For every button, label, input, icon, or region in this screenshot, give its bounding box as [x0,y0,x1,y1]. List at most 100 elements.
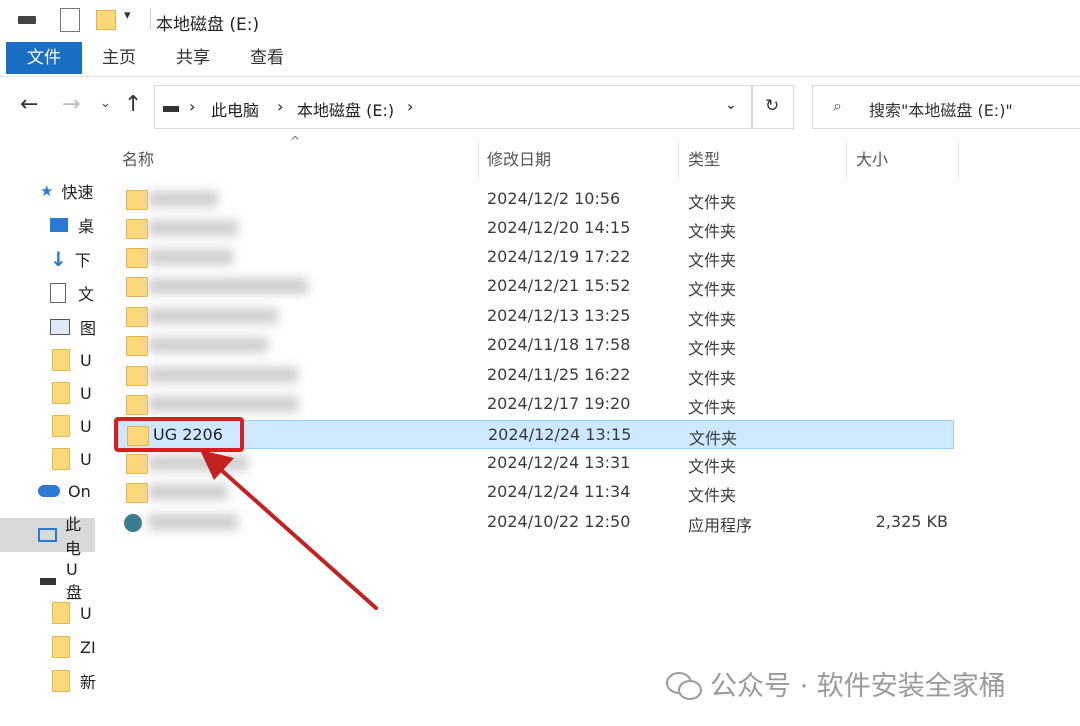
properties-icon[interactable] [60,8,80,32]
recent-locations-chevron-icon[interactable]: ⌄ [100,96,111,111]
column-divider[interactable] [846,142,847,178]
quick-access-separator [150,8,151,30]
up-arrow-icon[interactable]: ↑ [124,92,142,117]
sidebar-item-folder[interactable]: 新 [52,668,96,694]
file-row[interactable]: 2024/12/13 13:25 文件夹 [118,302,954,331]
file-row[interactable]: 2024/11/18 17:58 文件夹 [118,331,954,360]
search-placeholder: 搜索"本地磁盘 (E:)" [869,101,1013,120]
download-icon: ↓ [50,247,67,271]
folder-icon [52,415,70,437]
file-date: 2024/11/25 16:22 [487,365,631,384]
blurred-file-name [148,220,238,236]
file-row[interactable]: 2024/12/20 14:15 文件夹 [118,214,954,243]
folder-icon [52,670,70,692]
sidebar-item-quick-access[interactable]: ★ 快速 [40,178,93,204]
sidebar-item-folder[interactable]: ZI [52,634,96,660]
column-divider[interactable] [678,142,679,178]
sort-ascending-icon: ^ [290,134,301,148]
tab-home[interactable]: 主页 [102,42,136,74]
file-type: 应用程序 [688,516,753,535]
folder-icon [126,307,148,327]
file-type: 文件夹 [688,457,737,476]
file-row[interactable]: 2024/12/19 17:22 文件夹 [118,243,954,272]
folder-icon [126,454,148,474]
blurred-file-name [148,249,233,265]
sidebar-item-documents[interactable]: 文 [50,280,94,306]
tab-share[interactable]: 共享 [176,42,210,74]
sidebar-item-onedrive[interactable]: On [38,478,91,504]
sidebar-item-folder[interactable]: U [52,380,92,406]
refresh-icon: ↻ [765,96,780,116]
column-divider[interactable] [478,142,479,178]
folder-icon [126,219,148,239]
file-date: 2024/10/22 12:50 [487,512,631,531]
address-bar[interactable]: › 此电脑 › 本地磁盘 (E:) › ⌄ [154,85,752,129]
column-divider[interactable] [958,142,959,178]
picture-icon [50,319,70,335]
column-header-date[interactable]: 修改日期 [487,146,551,170]
sidebar-item-label: U [80,603,92,623]
search-icon: ⌕ [833,96,842,115]
sidebar-item-label: 此电 [65,515,82,558]
refresh-button[interactable]: ↻ [752,85,794,129]
file-type: 文件夹 [688,193,737,212]
application-icon [124,514,142,532]
file-date: 2024/12/17 19:20 [487,394,631,413]
file-date: 2024/12/19 17:22 [487,247,631,266]
sidebar-item-folder[interactable]: U [52,600,92,626]
drive-icon [40,577,56,585]
breadcrumb-separator-icon[interactable]: › [189,97,195,116]
address-dropdown-icon[interactable]: ⌄ [725,97,737,113]
sidebar-item-label: 图 [80,319,97,338]
search-box[interactable]: ⌕ 搜索"本地磁盘 (E:)" [812,85,1080,129]
sidebar-item-label: U [80,449,92,469]
folder-icon [126,277,148,297]
back-arrow-icon[interactable]: ← [20,92,38,117]
title-bar: ▾ 本地磁盘 (E:) [0,0,1080,40]
file-row[interactable]: 2024/12/21 15:52 文件夹 [118,272,954,301]
annotation-arrow [200,450,378,610]
sidebar-item-folder[interactable]: U [52,347,92,373]
sidebar-item-pictures[interactable]: 图 [50,314,96,340]
column-header-name[interactable]: 名称 [122,146,154,170]
column-header-size[interactable]: 大小 [856,146,888,170]
sidebar-item-label: 下 [74,251,91,270]
sidebar-item-label: 新 [80,673,97,692]
sidebar-item-downloads[interactable]: ↓ 下 [50,246,91,272]
sidebar-item-label: On [68,481,91,501]
blurred-file-name [148,278,308,294]
sidebar-item-label: ZI [80,637,96,657]
file-row[interactable]: 2024/12/17 19:20 文件夹 [118,390,954,419]
file-date: 2024/12/21 15:52 [487,276,631,295]
file-type: 文件夹 [688,486,737,505]
sidebar-item-this-pc[interactable]: 此电 [38,515,95,558]
desktop-icon [50,218,68,232]
sidebar-item-usb-drive[interactable]: U 盘 [40,560,95,602]
breadcrumb-this-pc[interactable]: 此电脑 [211,97,259,121]
sidebar-item-folder[interactable]: U [52,446,92,472]
forward-arrow-icon[interactable]: → [62,92,80,117]
folder-icon [52,602,70,624]
file-date: 2024/12/13 13:25 [487,306,631,325]
sidebar-item-desktop[interactable]: 桌 [50,212,94,238]
address-drive-icon [163,106,179,112]
sidebar-item-folder[interactable]: U [52,413,92,439]
blurred-file-name [148,308,278,324]
column-header-type[interactable]: 类型 [688,146,720,170]
new-folder-icon[interactable] [96,10,116,30]
file-row[interactable]: 2024/11/25 16:22 文件夹 [118,361,954,390]
tab-file[interactable]: 文件 [6,42,82,74]
tab-view[interactable]: 查看 [250,42,284,74]
blurred-file-name [148,337,268,353]
sidebar-item-label: 快速 [61,183,94,202]
file-type: 文件夹 [688,251,737,270]
onedrive-icon [38,485,60,497]
breadcrumb-separator-icon[interactable]: › [277,97,283,116]
customize-quick-access-icon[interactable]: ▾ [124,8,131,23]
breadcrumb-separator-icon[interactable]: › [407,97,413,116]
file-type: 文件夹 [688,310,737,329]
folder-icon [52,448,70,470]
file-row[interactable]: 2024/12/2 10:56 文件夹 [118,185,954,214]
folder-icon [126,336,148,356]
breadcrumb-local-disk[interactable]: 本地磁盘 (E:) [297,97,394,121]
